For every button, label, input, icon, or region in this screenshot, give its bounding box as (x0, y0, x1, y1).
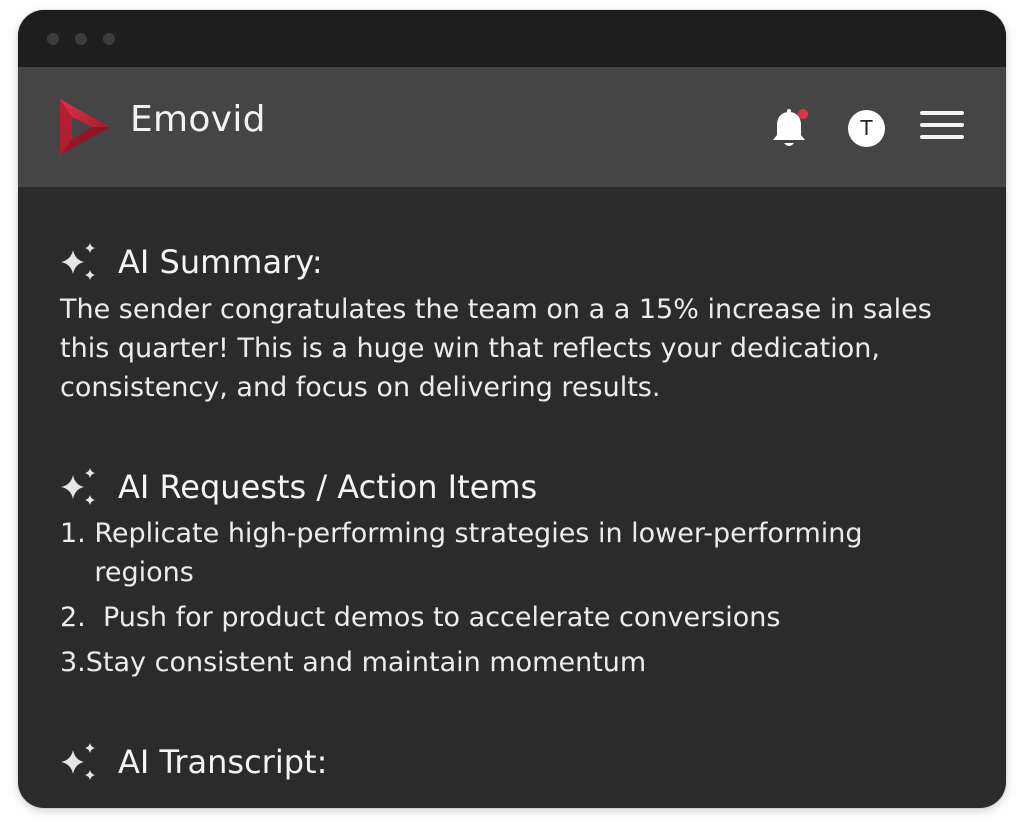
window-titlebar (18, 10, 1006, 67)
action-item: 3. Stay consistent and maintain momentum (60, 643, 960, 682)
action-item: 1. Replicate high-performing strategies … (60, 514, 960, 592)
action-item: 2. Push for product demos to accelerate … (60, 598, 960, 637)
window-dot-close[interactable] (47, 33, 59, 45)
transcript-title[interactable]: AI Transcript: (118, 740, 327, 784)
emovid-logo-icon (60, 99, 110, 155)
actions-title: AI Requests / Action Items (118, 468, 538, 506)
action-item-text: Replicate high-performing strategies in … (94, 518, 863, 588)
action-item-number: 1. (60, 518, 95, 549)
sparkle-icon (61, 243, 95, 280)
sparkle-icon (61, 743, 95, 780)
app-window: Emovid T AI Summary: The sender congratu… (18, 10, 1006, 808)
action-item-text: Push for product demos to accelerate con… (102, 602, 781, 633)
bell-icon[interactable] (768, 107, 810, 151)
window-dot-maximize[interactable] (103, 33, 115, 45)
user-avatar[interactable]: T (848, 110, 885, 147)
summary-title: AI Summary: (118, 243, 323, 281)
main-content: AI Summary: The sender congratulates the… (18, 187, 1006, 808)
action-item-number: 3. (60, 647, 86, 678)
app-name: Emovid (130, 99, 266, 140)
window-dot-minimize[interactable] (75, 33, 87, 45)
summary-text: The sender congratulates the team on a a… (60, 294, 932, 403)
app-header: Emovid T (18, 67, 1006, 187)
sparkle-icon (61, 468, 95, 505)
hamburger-menu-icon[interactable] (920, 111, 966, 143)
notification-badge (798, 109, 808, 119)
action-item-number: 2. (60, 602, 103, 633)
action-item-text: Stay consistent and maintain momentum (85, 647, 647, 678)
action-items-list: 1. Replicate high-performing strategies … (60, 514, 960, 682)
